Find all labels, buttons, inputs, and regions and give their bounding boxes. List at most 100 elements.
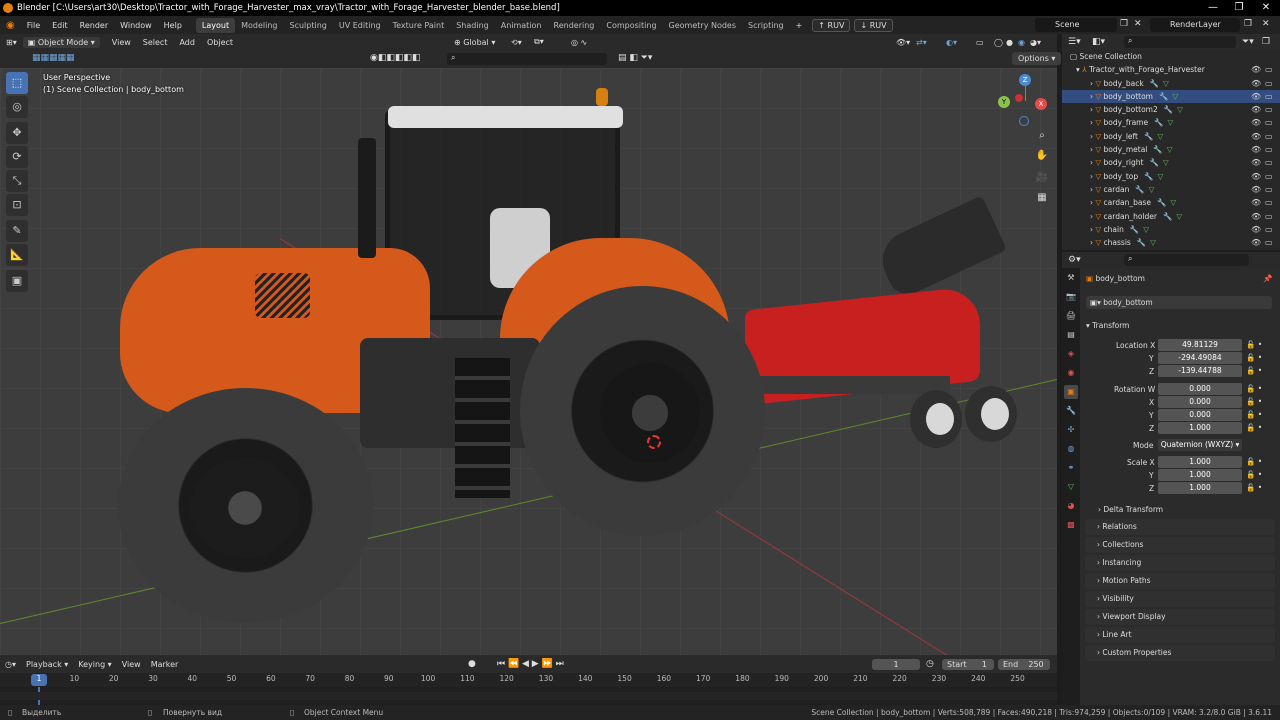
section-viewport-display[interactable]: › Viewport Display bbox=[1085, 609, 1275, 625]
tab-animation[interactable]: Animation bbox=[495, 18, 548, 33]
scene-tab-icon[interactable]: ◈ bbox=[1064, 347, 1078, 361]
select-menu[interactable]: Select bbox=[137, 38, 174, 47]
texture-tab-icon[interactable]: ▩ bbox=[1064, 518, 1078, 532]
scale-tool-icon[interactable]: ⤡ bbox=[6, 170, 28, 192]
render-icon[interactable]: ▭ bbox=[1265, 63, 1273, 76]
render-icon[interactable]: ▭ bbox=[1265, 90, 1273, 103]
material-tab-icon[interactable]: ◕ bbox=[1064, 499, 1078, 513]
move-tool-icon[interactable]: ✥ bbox=[6, 122, 28, 144]
section-collections[interactable]: › Collections bbox=[1085, 537, 1275, 553]
zoom-icon[interactable]: ⌕ bbox=[1034, 128, 1050, 144]
end-frame-field[interactable]: End 250 bbox=[998, 658, 1050, 670]
viewport-search-input[interactable]: ⌕ bbox=[447, 53, 607, 65]
marker-menu[interactable]: Marker bbox=[146, 660, 184, 669]
location-y-field[interactable]: -294.49084 bbox=[1158, 352, 1242, 364]
timeline-body[interactable] bbox=[0, 687, 1057, 705]
physics-tab-icon[interactable]: ◍ bbox=[1064, 442, 1078, 456]
ruv-button-1[interactable]: ↑ RUV bbox=[812, 18, 851, 32]
eye-icon[interactable]: 👁 bbox=[1251, 196, 1261, 209]
menu-render[interactable]: Render bbox=[74, 21, 114, 30]
lock-icon[interactable]: 🔓 • bbox=[1246, 410, 1262, 419]
eye-icon[interactable]: 👁 bbox=[1251, 130, 1261, 143]
transform-orientation-dropdown[interactable]: ⊕ Global ▾ bbox=[448, 38, 501, 47]
pan-icon[interactable]: ✋ bbox=[1034, 148, 1050, 164]
section-visibility[interactable]: › Visibility bbox=[1085, 591, 1275, 607]
object-menu[interactable]: Object bbox=[201, 38, 239, 47]
gizmo-z-axis[interactable]: Z bbox=[1019, 74, 1031, 86]
playback-controls[interactable]: ⏮ ⏪ ◀ ▶ ⏩ ⏭ bbox=[497, 659, 564, 669]
outliner-search-input[interactable]: ⌕ bbox=[1124, 36, 1236, 48]
tab-layout[interactable]: Layout bbox=[195, 17, 236, 33]
section-line-art[interactable]: › Line Art bbox=[1085, 627, 1275, 643]
tab-shading[interactable]: Shading bbox=[450, 18, 495, 33]
rotation-z-field[interactable]: 1.000 bbox=[1158, 422, 1242, 434]
pivot-icon[interactable]: ⟲▾ bbox=[505, 38, 528, 47]
new-layer-icon[interactable]: ❐ bbox=[1244, 19, 1252, 29]
rotation-w-field[interactable]: 0.000 bbox=[1158, 383, 1242, 395]
select-box-tool-icon[interactable]: ⬚ bbox=[6, 72, 28, 94]
outliner-editor-icon[interactable]: ☰▾ bbox=[1068, 37, 1081, 47]
view-layer-tab-icon[interactable]: ▤ bbox=[1064, 328, 1078, 342]
gizmo-toggle-icon[interactable]: ⇄▾ bbox=[910, 38, 933, 47]
filter-icon[interactable]: ▤ ◧ ⏷▾ bbox=[618, 53, 652, 63]
annotate-tool-icon[interactable]: ✎ bbox=[6, 220, 28, 242]
add-menu[interactable]: Add bbox=[173, 38, 201, 47]
outliner-row-body-back[interactable]: › ▽ body_back 🔧 ▽ 👁 ▭ bbox=[1062, 77, 1280, 90]
outliner-row-body-metal[interactable]: › ▽ body_metal 🔧 ▽ 👁 ▭ bbox=[1062, 143, 1280, 156]
editor-type-icon[interactable]: ⊞▾ bbox=[0, 38, 23, 47]
section-motion-paths[interactable]: › Motion Paths bbox=[1085, 573, 1275, 589]
outliner-row-cardan-base[interactable]: › ▽ cardan_base 🔧 ▽ 👁 ▭ bbox=[1062, 196, 1280, 209]
outliner-row-body-top[interactable]: › ▽ body_top 🔧 ▽ 👁 ▭ bbox=[1062, 170, 1280, 183]
tab-texture-paint[interactable]: Texture Paint bbox=[387, 18, 451, 33]
rotate-tool-icon[interactable]: ⟳ bbox=[6, 146, 28, 168]
render-tab-icon[interactable]: 📷 bbox=[1064, 290, 1078, 304]
outliner-filter-icon[interactable]: ⏷▾ bbox=[1242, 37, 1254, 47]
output-tab-icon[interactable]: 🖨 bbox=[1064, 309, 1078, 323]
render-icon[interactable]: ▭ bbox=[1265, 210, 1273, 223]
cursor-tool-icon[interactable]: ◎ bbox=[6, 96, 28, 118]
timeline-view-menu[interactable]: View bbox=[117, 660, 146, 669]
render-icon[interactable]: ▭ bbox=[1265, 236, 1273, 249]
view-menu[interactable]: View bbox=[106, 38, 137, 47]
outliner-row-body-bottom2[interactable]: › ▽ body_bottom2 🔧 ▽ 👁 ▭ bbox=[1062, 103, 1280, 116]
overlay-toggle-icon[interactable]: ◐▾ bbox=[940, 38, 963, 47]
scene-selector[interactable]: Scene bbox=[1035, 18, 1117, 32]
view-layer-selector[interactable]: RenderLayer bbox=[1150, 18, 1240, 32]
tab-rendering[interactable]: Rendering bbox=[548, 18, 601, 33]
menu-file[interactable]: File bbox=[21, 21, 46, 30]
lock-icon[interactable]: 🔓 • bbox=[1246, 483, 1262, 492]
outliner-row-collection[interactable]: ▾ ⅄ Tractor_with_Forage_Harvester 👁 ▭ bbox=[1062, 63, 1280, 76]
object-tab-icon[interactable]: ▣ bbox=[1064, 385, 1078, 399]
eye-icon[interactable]: 👁 bbox=[1251, 210, 1261, 223]
modifier-tab-icon[interactable]: 🔧 bbox=[1064, 404, 1078, 418]
maximize-button[interactable]: ❐ bbox=[1226, 0, 1252, 16]
ruv-button-2[interactable]: ↓ RUV bbox=[854, 18, 893, 32]
render-icon[interactable]: ▭ bbox=[1265, 156, 1273, 169]
preview-range-icon[interactable]: ◷ bbox=[926, 659, 934, 669]
render-icon[interactable]: ▭ bbox=[1265, 143, 1273, 156]
outliner-row-cardan[interactable]: › ▽ cardan 🔧 ▽ 👁 ▭ bbox=[1062, 183, 1280, 196]
outliner-row-body-bottom[interactable]: › ▽ body_bottom 🔧 ▽ 👁 ▭ bbox=[1062, 89, 1280, 104]
properties-editor-icon[interactable]: ⚙▾ bbox=[1068, 255, 1081, 265]
scale-z-field[interactable]: 1.000 bbox=[1158, 482, 1242, 494]
eye-icon[interactable]: 👁 bbox=[1251, 143, 1261, 156]
delete-layer-icon[interactable]: ✕ bbox=[1262, 19, 1270, 29]
data-tab-icon[interactable]: ▽ bbox=[1064, 480, 1078, 494]
tab-compositing[interactable]: Compositing bbox=[600, 18, 662, 33]
outliner-row-body-right[interactable]: › ▽ body_right 🔧 ▽ 👁 ▭ bbox=[1062, 156, 1280, 169]
shading-rendered-icon[interactable]: ◕▾ bbox=[1024, 38, 1047, 47]
keying-menu[interactable]: Keying ▾ bbox=[73, 660, 116, 669]
menu-window[interactable]: Window bbox=[114, 21, 158, 30]
close-button[interactable]: ✕ bbox=[1253, 0, 1279, 16]
options-dropdown[interactable]: Options ▾ bbox=[1012, 52, 1062, 65]
lock-icon[interactable]: 🔓 • bbox=[1246, 366, 1262, 375]
lock-icon[interactable]: 🔓 • bbox=[1246, 384, 1262, 393]
eye-icon[interactable]: 👁 bbox=[1251, 223, 1261, 236]
gizmo-x-axis[interactable]: X bbox=[1035, 98, 1047, 110]
tab-geometry-nodes[interactable]: Geometry Nodes bbox=[663, 18, 742, 33]
delete-scene-icon[interactable]: ✕ bbox=[1134, 19, 1142, 29]
constraints-tab-icon[interactable]: ⚭ bbox=[1064, 461, 1078, 475]
outliner-row-body-left[interactable]: › ▽ body_left 🔧 ▽ 👁 ▭ bbox=[1062, 130, 1280, 143]
new-scene-icon[interactable]: ❐ bbox=[1120, 19, 1128, 29]
lock-icon[interactable]: 🔓 • bbox=[1246, 423, 1262, 432]
